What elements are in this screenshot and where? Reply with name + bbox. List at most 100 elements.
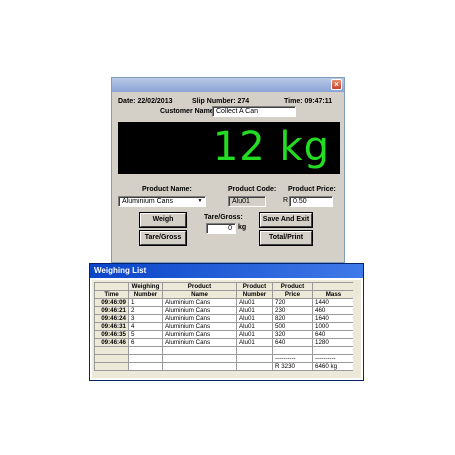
table-cell: Aluminium Cans	[162, 314, 237, 323]
table-cell: 1640	[312, 314, 355, 323]
table-cell: Aluminium Cans	[162, 322, 237, 331]
table-cell	[236, 354, 273, 363]
table-cell: 2	[128, 306, 163, 315]
header-row-2: Time Number Name Number Price Mass	[94, 290, 355, 299]
table-cell: 09:46:35	[94, 330, 129, 339]
table-cell	[128, 354, 163, 363]
table-cell	[236, 346, 273, 355]
weight-display-text: 12 kg	[212, 124, 330, 170]
column-header: Price	[272, 290, 313, 299]
table-cell: 320	[272, 330, 313, 339]
table-cell: 720	[272, 298, 313, 307]
column-header: Time	[94, 290, 129, 299]
column-header: Name	[162, 290, 237, 299]
weighing-list-body: Weighing Product Product Product Time Nu…	[92, 280, 361, 378]
column-header: Product	[272, 282, 313, 291]
total-mass: 6460 kg	[312, 362, 355, 371]
table-cell: 5	[128, 330, 163, 339]
table-cell: Alu01	[236, 314, 273, 323]
table-cell: 4	[128, 322, 163, 331]
table-cell: 1000	[312, 322, 355, 331]
table-cell: 09:46:09	[94, 298, 129, 307]
table-cell: 230	[272, 306, 313, 315]
table-cell	[162, 362, 237, 371]
table-cell: Alu01	[236, 330, 273, 339]
table-cell: Alu01	[236, 298, 273, 307]
table-row[interactable]: 09:46:46 6 Aluminium Cans Alu01 640 1280	[94, 338, 355, 347]
table-cell: 1440	[312, 298, 355, 307]
table-cell: 460	[312, 306, 355, 315]
time-label: Time: 09:47:11	[284, 98, 333, 105]
table-cell	[272, 346, 313, 355]
vertical-scrollbar[interactable]	[353, 280, 361, 378]
chevron-down-icon[interactable]: ▼	[196, 198, 204, 205]
table-row[interactable]: 09:46:31 4 Aluminium Cans Alu01 500 1000	[94, 322, 355, 331]
close-icon[interactable]: ×	[331, 79, 342, 90]
column-header	[94, 282, 129, 291]
table-cell: 09:46:31	[94, 322, 129, 331]
table-cell: 640	[272, 338, 313, 347]
customer-name-label: Customer Name:	[160, 108, 217, 115]
product-name-value: Aluminium Cans	[122, 198, 173, 205]
slip-number-label: Slip Number: 274	[192, 98, 250, 105]
table-rows: 09:46:09 1 Aluminium Cans Alu01 720 1440 09:46…	[94, 298, 355, 347]
table-cell: 1	[128, 298, 163, 307]
total-row: R 3230 6460 kg	[94, 362, 355, 371]
table-cell	[162, 354, 237, 363]
price-currency-label: R	[283, 197, 289, 204]
column-header	[312, 282, 355, 291]
table-cell: Alu01	[236, 338, 273, 347]
tare-gross-field[interactable]: 0	[206, 223, 236, 234]
table-cell: 1280	[312, 338, 355, 347]
weighing-list-table: Weighing Product Product Product Time Nu…	[94, 282, 355, 371]
column-header: Product	[236, 282, 273, 291]
table-cell	[128, 362, 163, 371]
customer-name-field[interactable]: Collect A Can	[212, 106, 296, 117]
weigh-button[interactable]: Weigh	[140, 213, 186, 227]
save-and-exit-button[interactable]: Save And Exit	[260, 213, 312, 227]
dialog-titlebar[interactable]: ×	[112, 78, 344, 92]
table-cell: Aluminium Cans	[162, 330, 237, 339]
weighing-dialog: × Date: 22/02/2013 Slip Number: 274 Time…	[111, 77, 345, 263]
table-cell	[162, 346, 237, 355]
tare-unit-label: kg	[238, 224, 247, 231]
table-cell: 6	[128, 338, 163, 347]
table-cell: 3	[128, 314, 163, 323]
table-row[interactable]: 09:46:24 3 Aluminium Cans Alu01 820 1640	[94, 314, 355, 323]
table-cell	[94, 346, 129, 355]
weighing-list-title[interactable]: Weighing List	[90, 264, 363, 278]
total-print-button[interactable]: Total/Print	[260, 231, 312, 245]
product-name-label: Product Name:	[142, 186, 192, 193]
table-cell: 820	[272, 314, 313, 323]
date-label: Date: 22/02/2013	[118, 98, 173, 105]
table-cell: Alu01	[236, 322, 273, 331]
weighing-list-window: Weighing List Weighing Product Product P…	[89, 263, 364, 381]
table-cell: 09:46:46	[94, 338, 129, 347]
product-code-label: Product Code:	[228, 186, 277, 193]
total-price: R 3230	[272, 362, 313, 371]
column-header: Product	[162, 282, 237, 291]
product-price-field[interactable]: 0.50	[289, 196, 333, 207]
table-cell	[312, 346, 355, 355]
table-row[interactable]: 09:46:21 2 Aluminium Cans Alu01 230 460	[94, 306, 355, 315]
table-cell: 09:46:24	[94, 314, 129, 323]
product-name-select[interactable]: Aluminium Cans ▼	[118, 196, 206, 207]
table-row[interactable]: 09:46:09 1 Aluminium Cans Alu01 720 1440	[94, 298, 355, 307]
table-row[interactable]: 09:46:35 5 Aluminium Cans Alu01 320 640	[94, 330, 355, 339]
separator-mass: ----------	[312, 354, 355, 363]
table-cell	[236, 362, 273, 371]
table-cell	[94, 354, 129, 363]
table-row-blank	[94, 346, 355, 355]
separator-price: ----------	[272, 354, 313, 363]
table-cell: Aluminium Cans	[162, 306, 237, 315]
column-header: Number	[128, 290, 163, 299]
column-header: Number	[236, 290, 273, 299]
table-cell	[128, 346, 163, 355]
table-cell: Aluminium Cans	[162, 298, 237, 307]
product-price-label: Product Price:	[288, 186, 336, 193]
separator-row: ---------- ----------	[94, 354, 355, 363]
tare-gross-button[interactable]: Tare/Gross	[140, 231, 186, 245]
table-cell: 640	[312, 330, 355, 339]
table-cell	[94, 362, 129, 371]
header-row-1: Weighing Product Product Product	[94, 282, 355, 291]
